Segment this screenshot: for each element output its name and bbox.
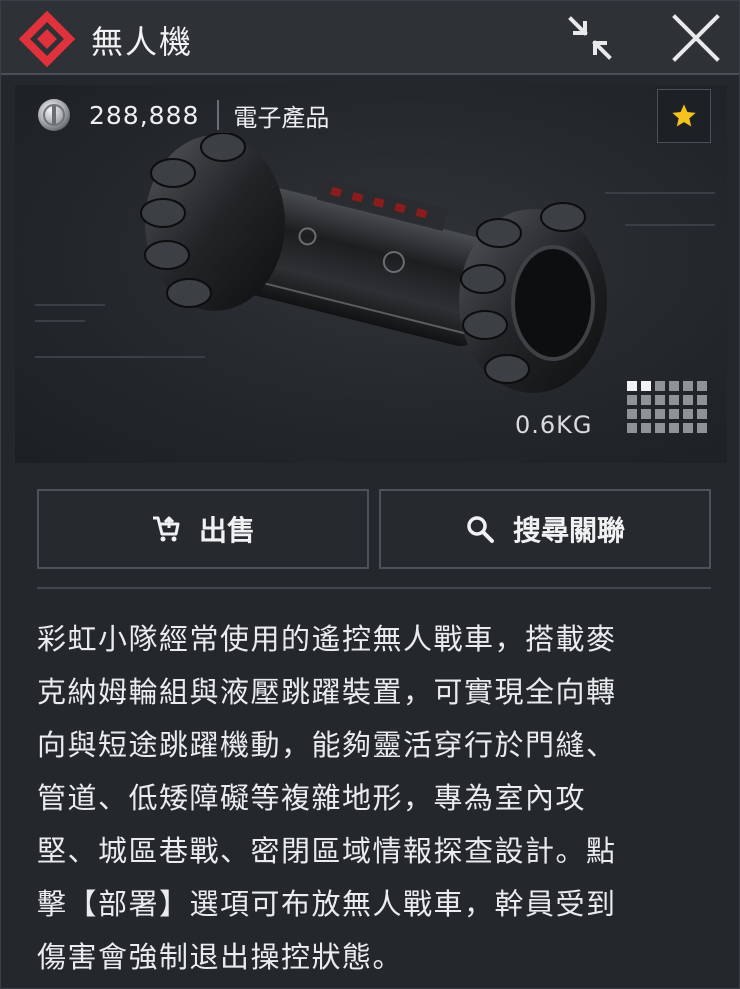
close-x-icon[interactable] — [669, 11, 723, 65]
item-category: 電子產品 — [233, 103, 330, 132]
item-weight: 0.6KG — [515, 411, 593, 439]
item-description: 彩虹小隊經常使用的遙控無人戰車，搭載麥 克納姆輪組與液壓跳躍裝置，可實現全向轉 … — [37, 622, 617, 974]
drone-item-image — [140, 133, 607, 393]
search-icon — [467, 516, 494, 543]
favorite-button[interactable] — [657, 89, 711, 143]
sell-label: 出售 — [198, 514, 255, 547]
item-detail-panel: 無人機 288,888 電子產品 0.6KG 出售 搜尋關聯 彩虹小隊經常使用的… — [0, 0, 740, 989]
inventory-grid-icon — [627, 381, 707, 433]
star-icon — [672, 104, 696, 127]
item-price: 288,888 — [89, 100, 200, 130]
item-preview: 288,888 電子產品 0.6KG — [15, 85, 727, 463]
price-row: 288,888 電子產品 — [37, 95, 329, 135]
diamond-logo-icon — [19, 11, 75, 67]
page-title: 無人機 — [91, 23, 194, 61]
cart-icon — [152, 516, 180, 542]
search-related-button[interactable]: 搜尋關聯 — [379, 489, 711, 569]
collapse-arrows-icon[interactable] — [563, 11, 617, 65]
divider — [217, 100, 220, 130]
divider — [37, 587, 711, 589]
sell-button[interactable]: 出售 — [37, 489, 369, 569]
coin-icon — [38, 99, 70, 131]
panel-header: 無人機 — [1, 1, 739, 75]
search-label: 搜尋關聯 — [512, 514, 625, 547]
